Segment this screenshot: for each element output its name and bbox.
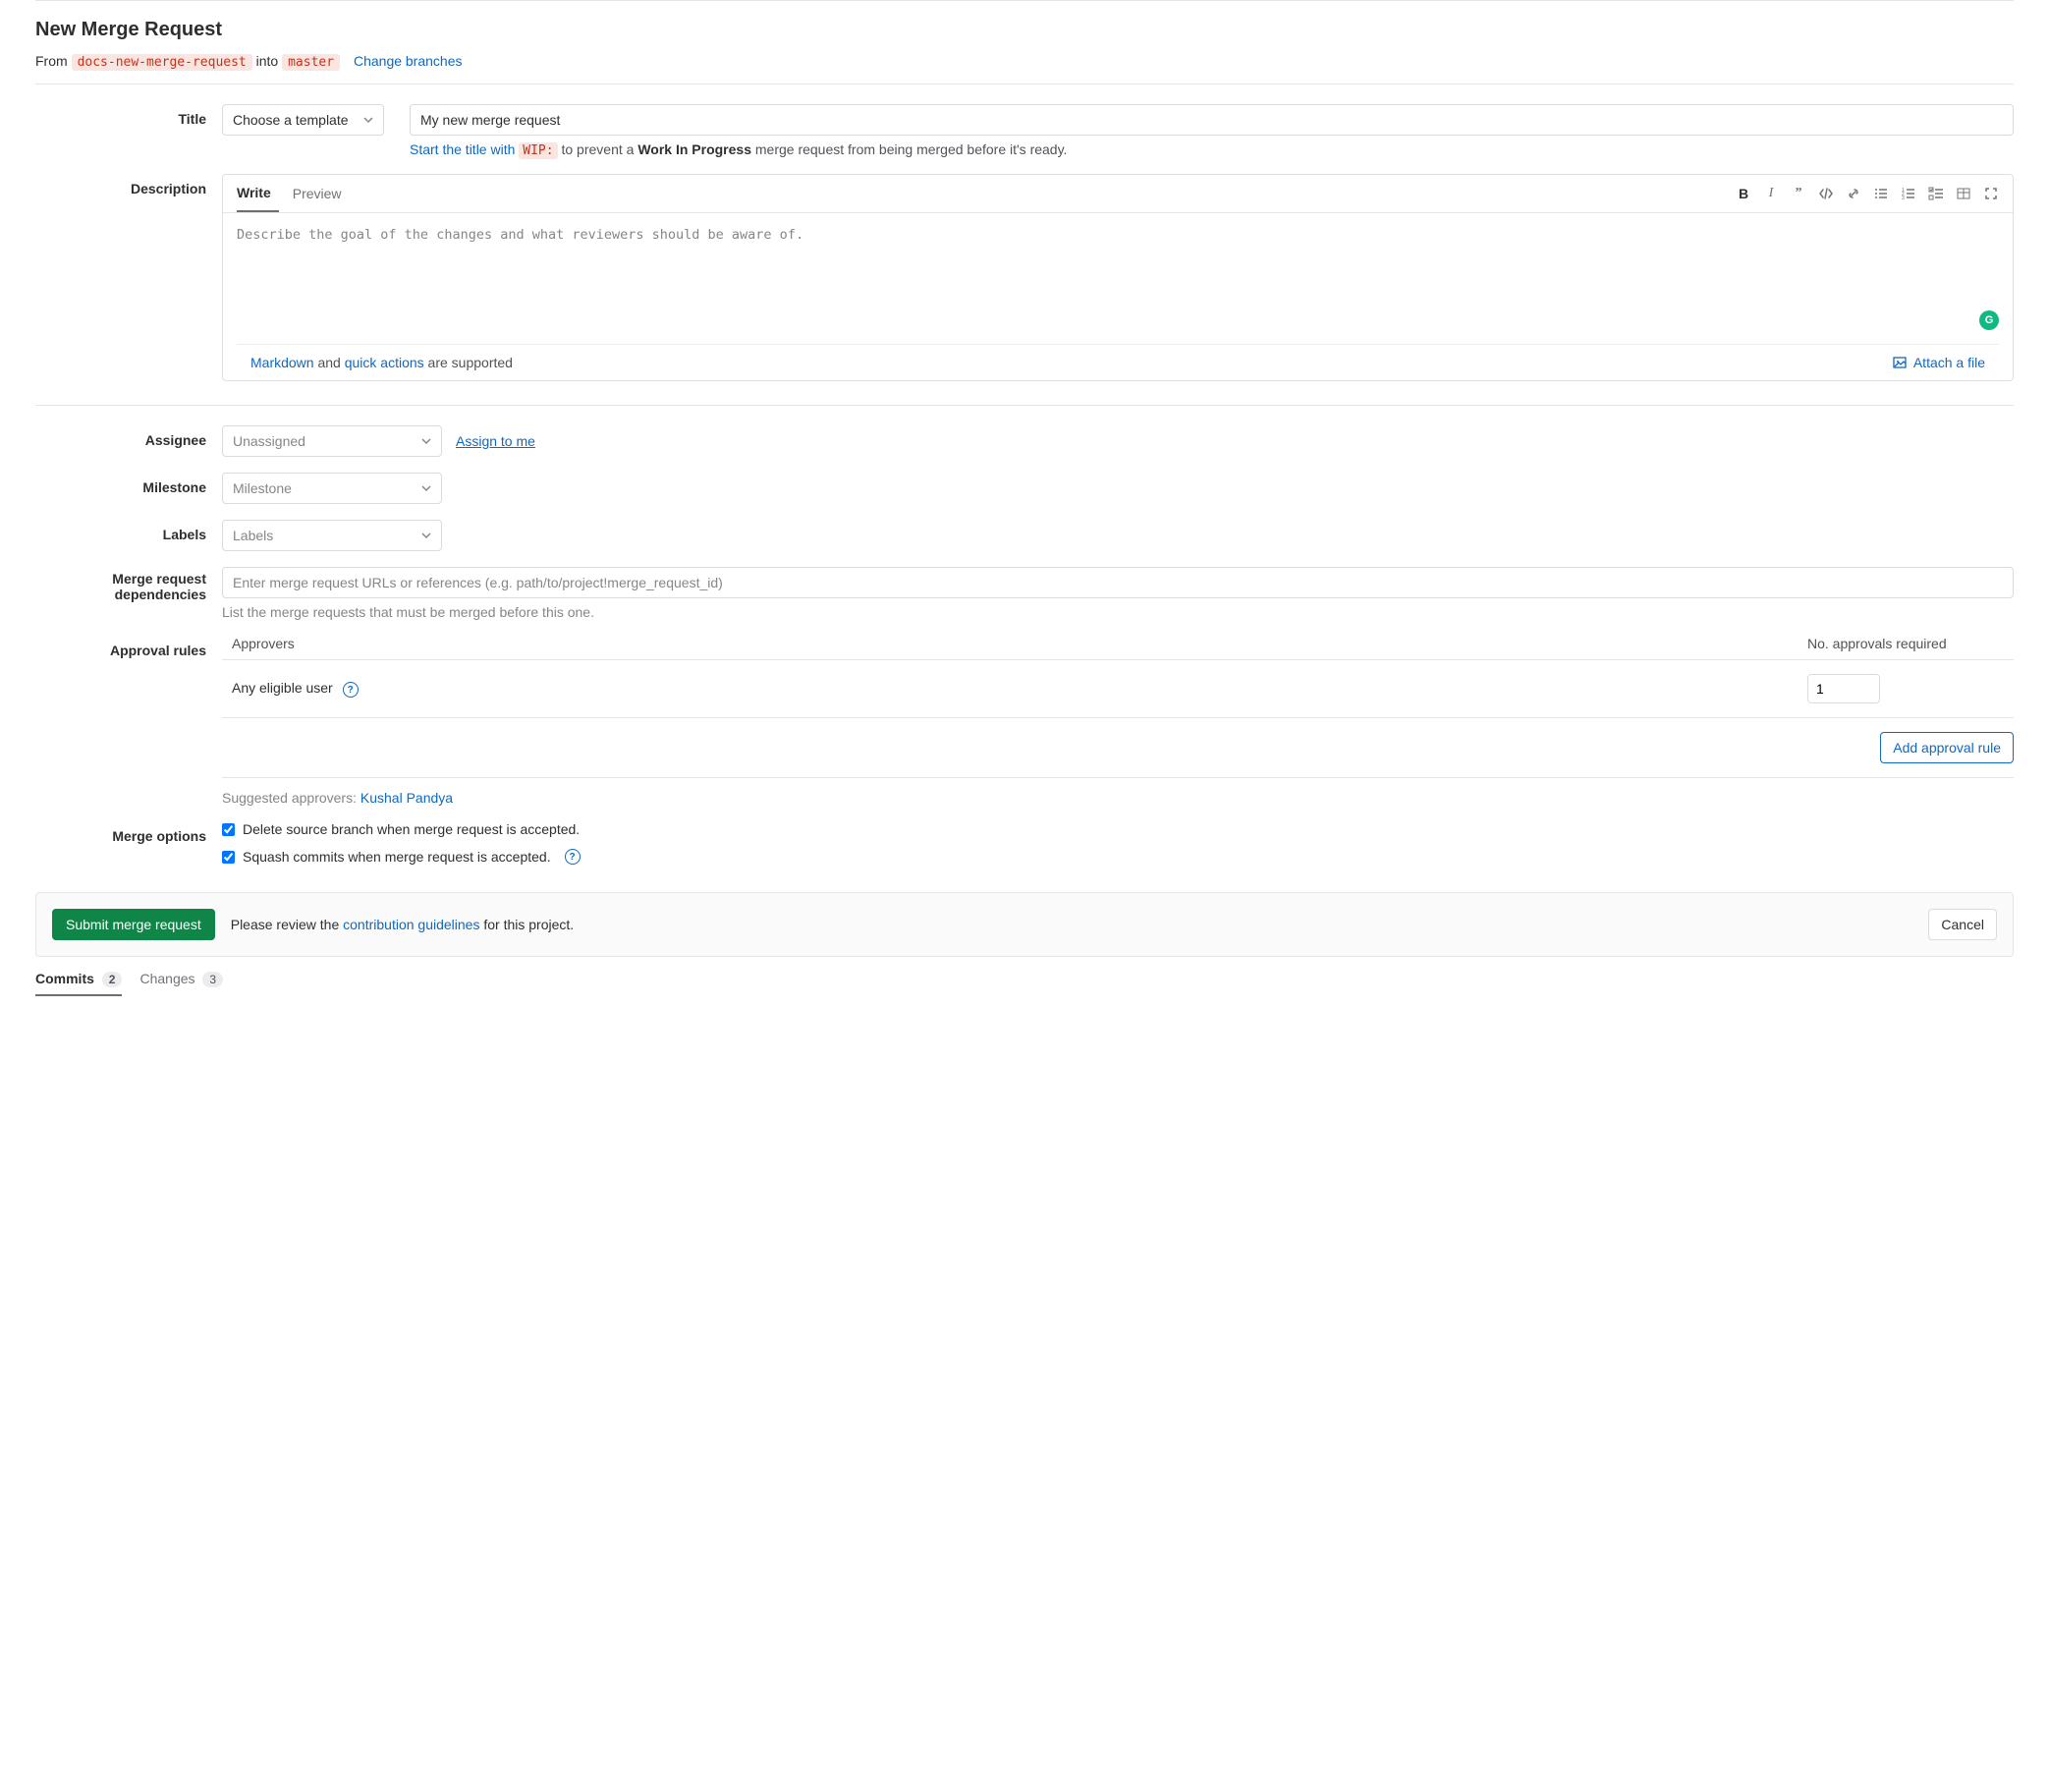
bold-icon[interactable]: B: [1736, 186, 1751, 201]
italic-icon[interactable]: I: [1763, 186, 1779, 201]
editor-toolbar: B I ” 123: [1736, 186, 1999, 201]
description-editor: Write Preview B I ” 123: [222, 174, 2014, 381]
write-tab[interactable]: Write: [237, 175, 279, 212]
submit-bar: Submit merge request Please review the c…: [35, 892, 2014, 957]
approvers-col-header: Approvers: [232, 636, 1807, 651]
into-label: into: [256, 53, 279, 69]
milestone-value: Milestone: [233, 480, 292, 496]
bottom-tabs: Commits 2 Changes 3: [35, 957, 2014, 998]
labels-select[interactable]: Labels: [222, 520, 442, 551]
description-textarea[interactable]: [223, 213, 2013, 341]
template-select[interactable]: Choose a template: [222, 104, 384, 136]
assignee-select[interactable]: Unassigned: [222, 425, 442, 457]
chevron-down-icon: [421, 531, 431, 540]
title-hint: Start the title with WIP: to prevent a W…: [410, 141, 2014, 158]
squash-commits-option[interactable]: Squash commits when merge request is acc…: [222, 849, 2014, 865]
changes-tab[interactable]: Changes 3: [139, 971, 223, 996]
dependencies-label: Merge request dependencies: [35, 567, 222, 620]
milestone-select[interactable]: Milestone: [222, 473, 442, 504]
chevron-down-icon: [363, 115, 373, 125]
approval-label: Approval rules: [35, 636, 222, 806]
assignee-value: Unassigned: [233, 433, 305, 449]
wip-hint-link[interactable]: Start the title with WIP:: [410, 141, 561, 157]
approvals-required-input[interactable]: [1807, 674, 1880, 703]
source-branch: docs-new-merge-request: [72, 54, 252, 71]
title-input[interactable]: [410, 104, 2014, 136]
merge-options-label: Merge options: [35, 821, 222, 876]
svg-text:3: 3: [1902, 196, 1905, 201]
bullet-list-icon[interactable]: [1873, 186, 1889, 201]
branch-summary: From docs-new-merge-request into master …: [35, 53, 2014, 70]
change-branches-link[interactable]: Change branches: [354, 53, 463, 69]
chevron-down-icon: [421, 483, 431, 493]
template-select-value: Choose a template: [233, 112, 349, 128]
add-approval-rule-button[interactable]: Add approval rule: [1880, 732, 2014, 763]
markdown-link[interactable]: Markdown: [250, 355, 314, 370]
labels-label: Labels: [35, 520, 222, 551]
assign-to-me-link[interactable]: Assign to me: [456, 433, 535, 449]
labels-value: Labels: [233, 528, 273, 543]
attach-file-button[interactable]: Attach a file: [1892, 355, 1985, 370]
suggested-approver-link[interactable]: Kushal Pandya: [360, 790, 453, 806]
approval-rule-row: Any eligible user ?: [222, 660, 2014, 718]
from-label: From: [35, 53, 68, 69]
contribution-guidelines-link[interactable]: contribution guidelines: [343, 917, 479, 932]
image-icon: [1892, 355, 1908, 370]
delete-source-branch-option[interactable]: Delete source branch when merge request …: [222, 821, 2014, 837]
commits-tab[interactable]: Commits 2: [35, 971, 122, 996]
code-icon[interactable]: [1818, 186, 1834, 201]
approvals-required-col-header: No. approvals required: [1807, 636, 2004, 651]
squash-commits-checkbox[interactable]: [222, 851, 235, 864]
quick-actions-link[interactable]: quick actions: [345, 355, 424, 370]
commits-count: 2: [102, 972, 123, 987]
milestone-label: Milestone: [35, 473, 222, 504]
help-icon[interactable]: ?: [343, 682, 359, 698]
submit-button[interactable]: Submit merge request: [52, 909, 215, 940]
ordered-list-icon[interactable]: 123: [1901, 186, 1916, 201]
fullscreen-icon[interactable]: [1983, 186, 1999, 201]
target-branch: master: [282, 54, 340, 71]
page-title: New Merge Request: [35, 19, 2014, 41]
task-list-icon[interactable]: [1928, 186, 1944, 201]
help-icon[interactable]: ?: [565, 849, 581, 865]
approval-rule-name: Any eligible user: [232, 680, 333, 696]
dependencies-input[interactable]: [222, 567, 2014, 598]
editor-footer-hint: Markdown and quick actions are supported: [250, 355, 513, 370]
preview-tab[interactable]: Preview: [293, 176, 350, 211]
cancel-button[interactable]: Cancel: [1928, 909, 1997, 940]
suggested-approvers: Suggested approvers: Kushal Pandya: [222, 777, 2014, 806]
description-label: Description: [35, 174, 222, 381]
table-icon[interactable]: [1956, 186, 1971, 201]
link-icon[interactable]: [1846, 186, 1861, 201]
delete-source-branch-checkbox[interactable]: [222, 823, 235, 836]
title-label: Title: [35, 104, 222, 158]
quote-icon[interactable]: ”: [1791, 186, 1806, 201]
review-guidelines-text: Please review the contribution guideline…: [231, 917, 574, 932]
grammarly-icon: G: [1979, 310, 1999, 330]
changes-count: 3: [202, 972, 223, 987]
dependencies-hint: List the merge requests that must be mer…: [222, 604, 2014, 620]
chevron-down-icon: [421, 436, 431, 446]
assignee-label: Assignee: [35, 425, 222, 457]
